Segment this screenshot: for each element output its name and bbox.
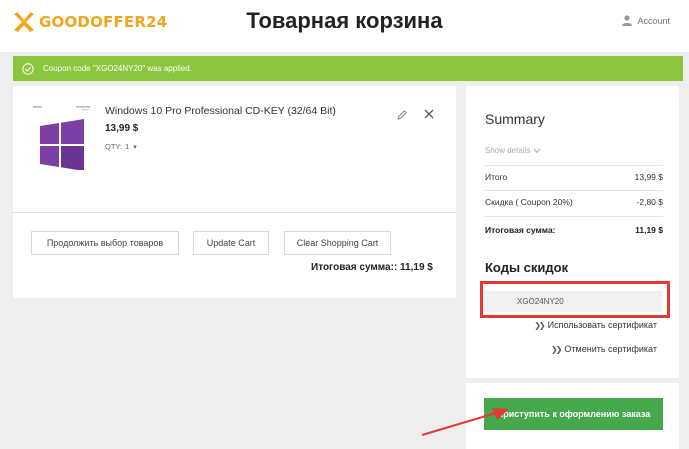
close-icon[interactable]: [423, 108, 435, 120]
double-chevron-right-icon: ❯❯: [534, 320, 545, 330]
chevron-down-icon: [533, 148, 541, 153]
cancel-coupon-link[interactable]: ❯❯ Отменить сертификат: [551, 344, 657, 354]
grand-total-value: 11,19 $: [635, 225, 663, 235]
cart-grand-total: Итоговая сумма:: 11,19 $: [311, 262, 433, 273]
cancel-coupon-label: Отменить сертификат: [564, 344, 657, 354]
caret-down-icon: ▾: [133, 143, 137, 151]
show-details-toggle[interactable]: Show details: [485, 146, 541, 155]
user-icon: [622, 15, 633, 26]
check-circle-icon: [22, 62, 34, 75]
product-image[interactable]: [29, 100, 95, 170]
coupon-highlight-annotation: [480, 281, 670, 318]
subtotal-row: Итого 13,99 $: [485, 172, 663, 182]
grand-total-row: Итоговая сумма: 11,19 $: [485, 225, 663, 235]
divider: [13, 212, 456, 213]
site-header: GOODOFFER24 Товарная корзина Account: [0, 0, 689, 52]
divider: [485, 216, 663, 217]
discount-codes-title: Коды скидок: [485, 260, 569, 275]
cart-panel: Windows 10 Pro Professional CD-KEY (32/6…: [13, 86, 456, 298]
continue-shopping-button[interactable]: Продолжить выбор товаров: [31, 231, 179, 255]
coupon-applied-notice: Coupon code "XGO24NY20" was applied.: [13, 56, 683, 81]
clear-cart-button[interactable]: Clear Shopping Cart: [284, 231, 391, 255]
account-label: Account: [637, 15, 670, 26]
divider: [485, 190, 663, 191]
section-separator: [466, 378, 679, 383]
divider: [485, 165, 663, 166]
summary-panel: Summary Show details Итого 13,99 $ Скидк…: [466, 86, 679, 449]
qty-selector[interactable]: QTY: 1 ▾: [105, 142, 137, 151]
summary-title: Summary: [485, 111, 545, 127]
apply-coupon-link[interactable]: ❯❯ Использовать сертификат: [534, 320, 657, 330]
arrow-annotation-icon: [421, 408, 509, 437]
product-price: 13,99 $: [105, 123, 139, 134]
grand-total-label: Итоговая сумма:: [485, 225, 556, 235]
subtotal-label: Итого: [485, 172, 508, 182]
qty-label: QTY:: [105, 142, 123, 151]
discount-row: Скидка ( Coupon 20%) -2,80 $: [485, 197, 663, 207]
show-details-label: Show details: [485, 146, 531, 155]
update-cart-button[interactable]: Update Cart: [193, 231, 269, 255]
page-title: Товарная корзина: [246, 8, 443, 33]
discount-value: -2,80 $: [636, 197, 663, 207]
qty-value: 1: [125, 142, 130, 151]
apply-coupon-label: Использовать сертификат: [547, 320, 657, 330]
pencil-icon[interactable]: [396, 109, 408, 121]
subtotal-value: 13,99 $: [634, 172, 663, 182]
discount-label: Скидка ( Coupon 20%): [485, 197, 573, 207]
notice-text: Coupon code "XGO24NY20" was applied.: [43, 64, 192, 73]
double-chevron-right-icon: ❯❯: [551, 344, 562, 354]
product-name[interactable]: Windows 10 Pro Professional CD-KEY (32/6…: [105, 105, 336, 117]
account-link[interactable]: Account: [622, 15, 670, 26]
